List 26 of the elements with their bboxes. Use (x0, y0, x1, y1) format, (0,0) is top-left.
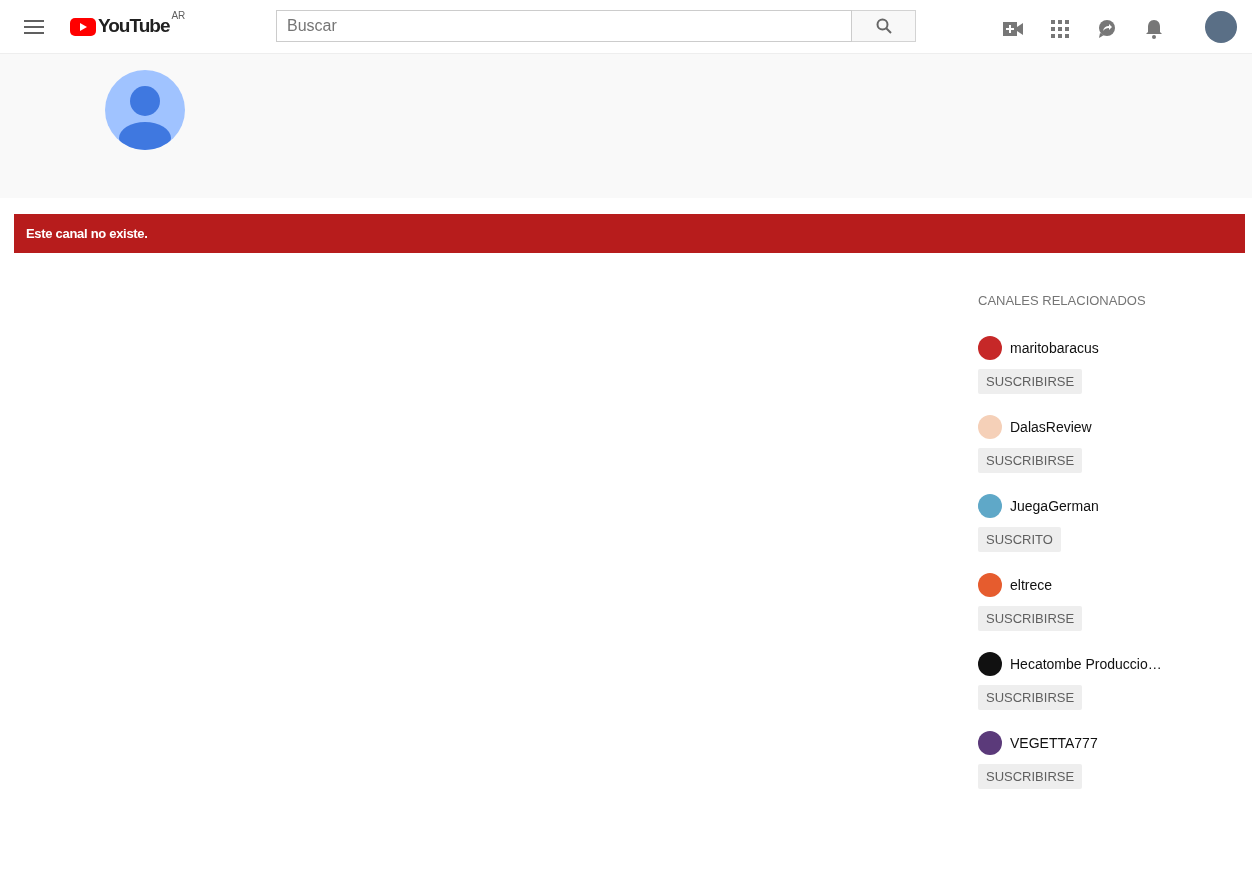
channel-name[interactable]: Hecatombe Produccio… (1010, 653, 1162, 675)
subscribe-button[interactable]: SUSCRIBIRSE (978, 448, 1083, 473)
video-camera-plus-icon[interactable] (1003, 22, 1023, 36)
search-field[interactable]: Buscar (276, 10, 852, 42)
subscribe-button[interactable]: SUSCRITO (978, 527, 1061, 552)
channel-name[interactable]: eltrece (1010, 574, 1053, 596)
channel-name[interactable]: DalasReview (1010, 416, 1092, 438)
subscribe-button[interactable]: SUSCRIBIRSE (978, 369, 1083, 394)
section-title: CANALES RELACIONADOS (978, 292, 1147, 310)
channel-avatar[interactable] (978, 731, 1002, 755)
channel-name[interactable]: maritobaracus (1010, 337, 1099, 359)
share-bubble-icon[interactable] (1097, 19, 1117, 39)
channel-avatar[interactable] (978, 652, 1002, 676)
error-banner: Este canal no existe. (14, 214, 1245, 253)
channel-name[interactable]: JuegaGerman (1010, 495, 1099, 517)
user-avatar[interactable] (1205, 11, 1237, 43)
default-avatar-icon (105, 70, 185, 150)
bell-icon[interactable] (1145, 19, 1163, 39)
subscribe-button[interactable]: SUSCRIBIRSE (978, 685, 1083, 710)
search-button[interactable] (852, 10, 916, 42)
subscribe-button[interactable]: SUSCRIBIRSE (978, 764, 1083, 789)
apps-grid-icon[interactable] (1051, 20, 1069, 38)
menu-icon[interactable] (24, 19, 44, 34)
channel-name[interactable]: VEGETTA777 (1010, 732, 1098, 754)
search-icon (875, 18, 892, 34)
subscribe-button[interactable]: SUSCRIBIRSE (978, 606, 1083, 631)
